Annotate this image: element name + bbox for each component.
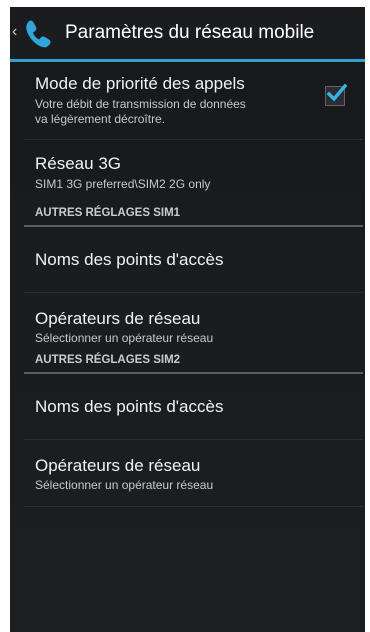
settings-screen: ‹ Paramètres du réseau mobile Mode de pr… bbox=[10, 7, 365, 632]
call-priority-summary-line2: va légèrement décroître. bbox=[35, 112, 166, 126]
call-priority-checkbox[interactable] bbox=[325, 83, 347, 106]
call-priority-summary-line1: Votre débit de transmission de données bbox=[35, 97, 246, 111]
network-3g-summary: SIM1 3G preferred\SIM2 2G only bbox=[35, 177, 211, 191]
sim1-operators-summary: Sélectionner un opérateur réseau bbox=[35, 331, 214, 345]
sim1-operators-item[interactable]: Opérateurs de réseau Sélectionner un opé… bbox=[24, 293, 363, 351]
chevron-left-icon: ‹ bbox=[12, 23, 18, 40]
sim2-section-header: AUTRES RÉGLAGES SIM2 bbox=[24, 351, 363, 374]
up-navigation-button[interactable]: ‹ bbox=[10, 7, 55, 59]
sim2-apn-item[interactable]: Noms des points d'accès bbox=[24, 374, 363, 440]
action-bar: ‹ Paramètres du réseau mobile bbox=[10, 7, 365, 59]
sim1-apn-title: Noms des points d'accès bbox=[35, 250, 224, 269]
call-priority-title: Mode de priorité des appels bbox=[35, 74, 245, 93]
sim1-apn-item[interactable]: Noms des points d'accès bbox=[24, 227, 363, 293]
call-priority-item[interactable]: Mode de priorité des appels Votre débit … bbox=[24, 62, 363, 140]
sim2-operators-summary: Sélectionner un opérateur réseau bbox=[35, 478, 214, 492]
sim2-apn-title: Noms des points d'accès bbox=[35, 397, 224, 416]
sim1-section-header: AUTRES RÉGLAGES SIM1 bbox=[24, 204, 363, 227]
page-title: Paramètres du réseau mobile bbox=[65, 22, 315, 43]
settings-list: Mode de priorité des appels Votre débit … bbox=[10, 62, 365, 507]
sim1-operators-title: Opérateurs de réseau bbox=[35, 309, 201, 328]
network-3g-item[interactable]: Réseau 3G SIM1 3G preferred\SIM2 2G only bbox=[24, 140, 363, 204]
sim2-operators-item[interactable]: Opérateurs de réseau Sélectionner un opé… bbox=[24, 440, 363, 507]
network-3g-title: Réseau 3G bbox=[35, 154, 121, 173]
phone-handset-icon bbox=[26, 20, 51, 48]
sim2-operators-title: Opérateurs de réseau bbox=[35, 456, 201, 475]
checkmark-icon bbox=[326, 83, 347, 102]
